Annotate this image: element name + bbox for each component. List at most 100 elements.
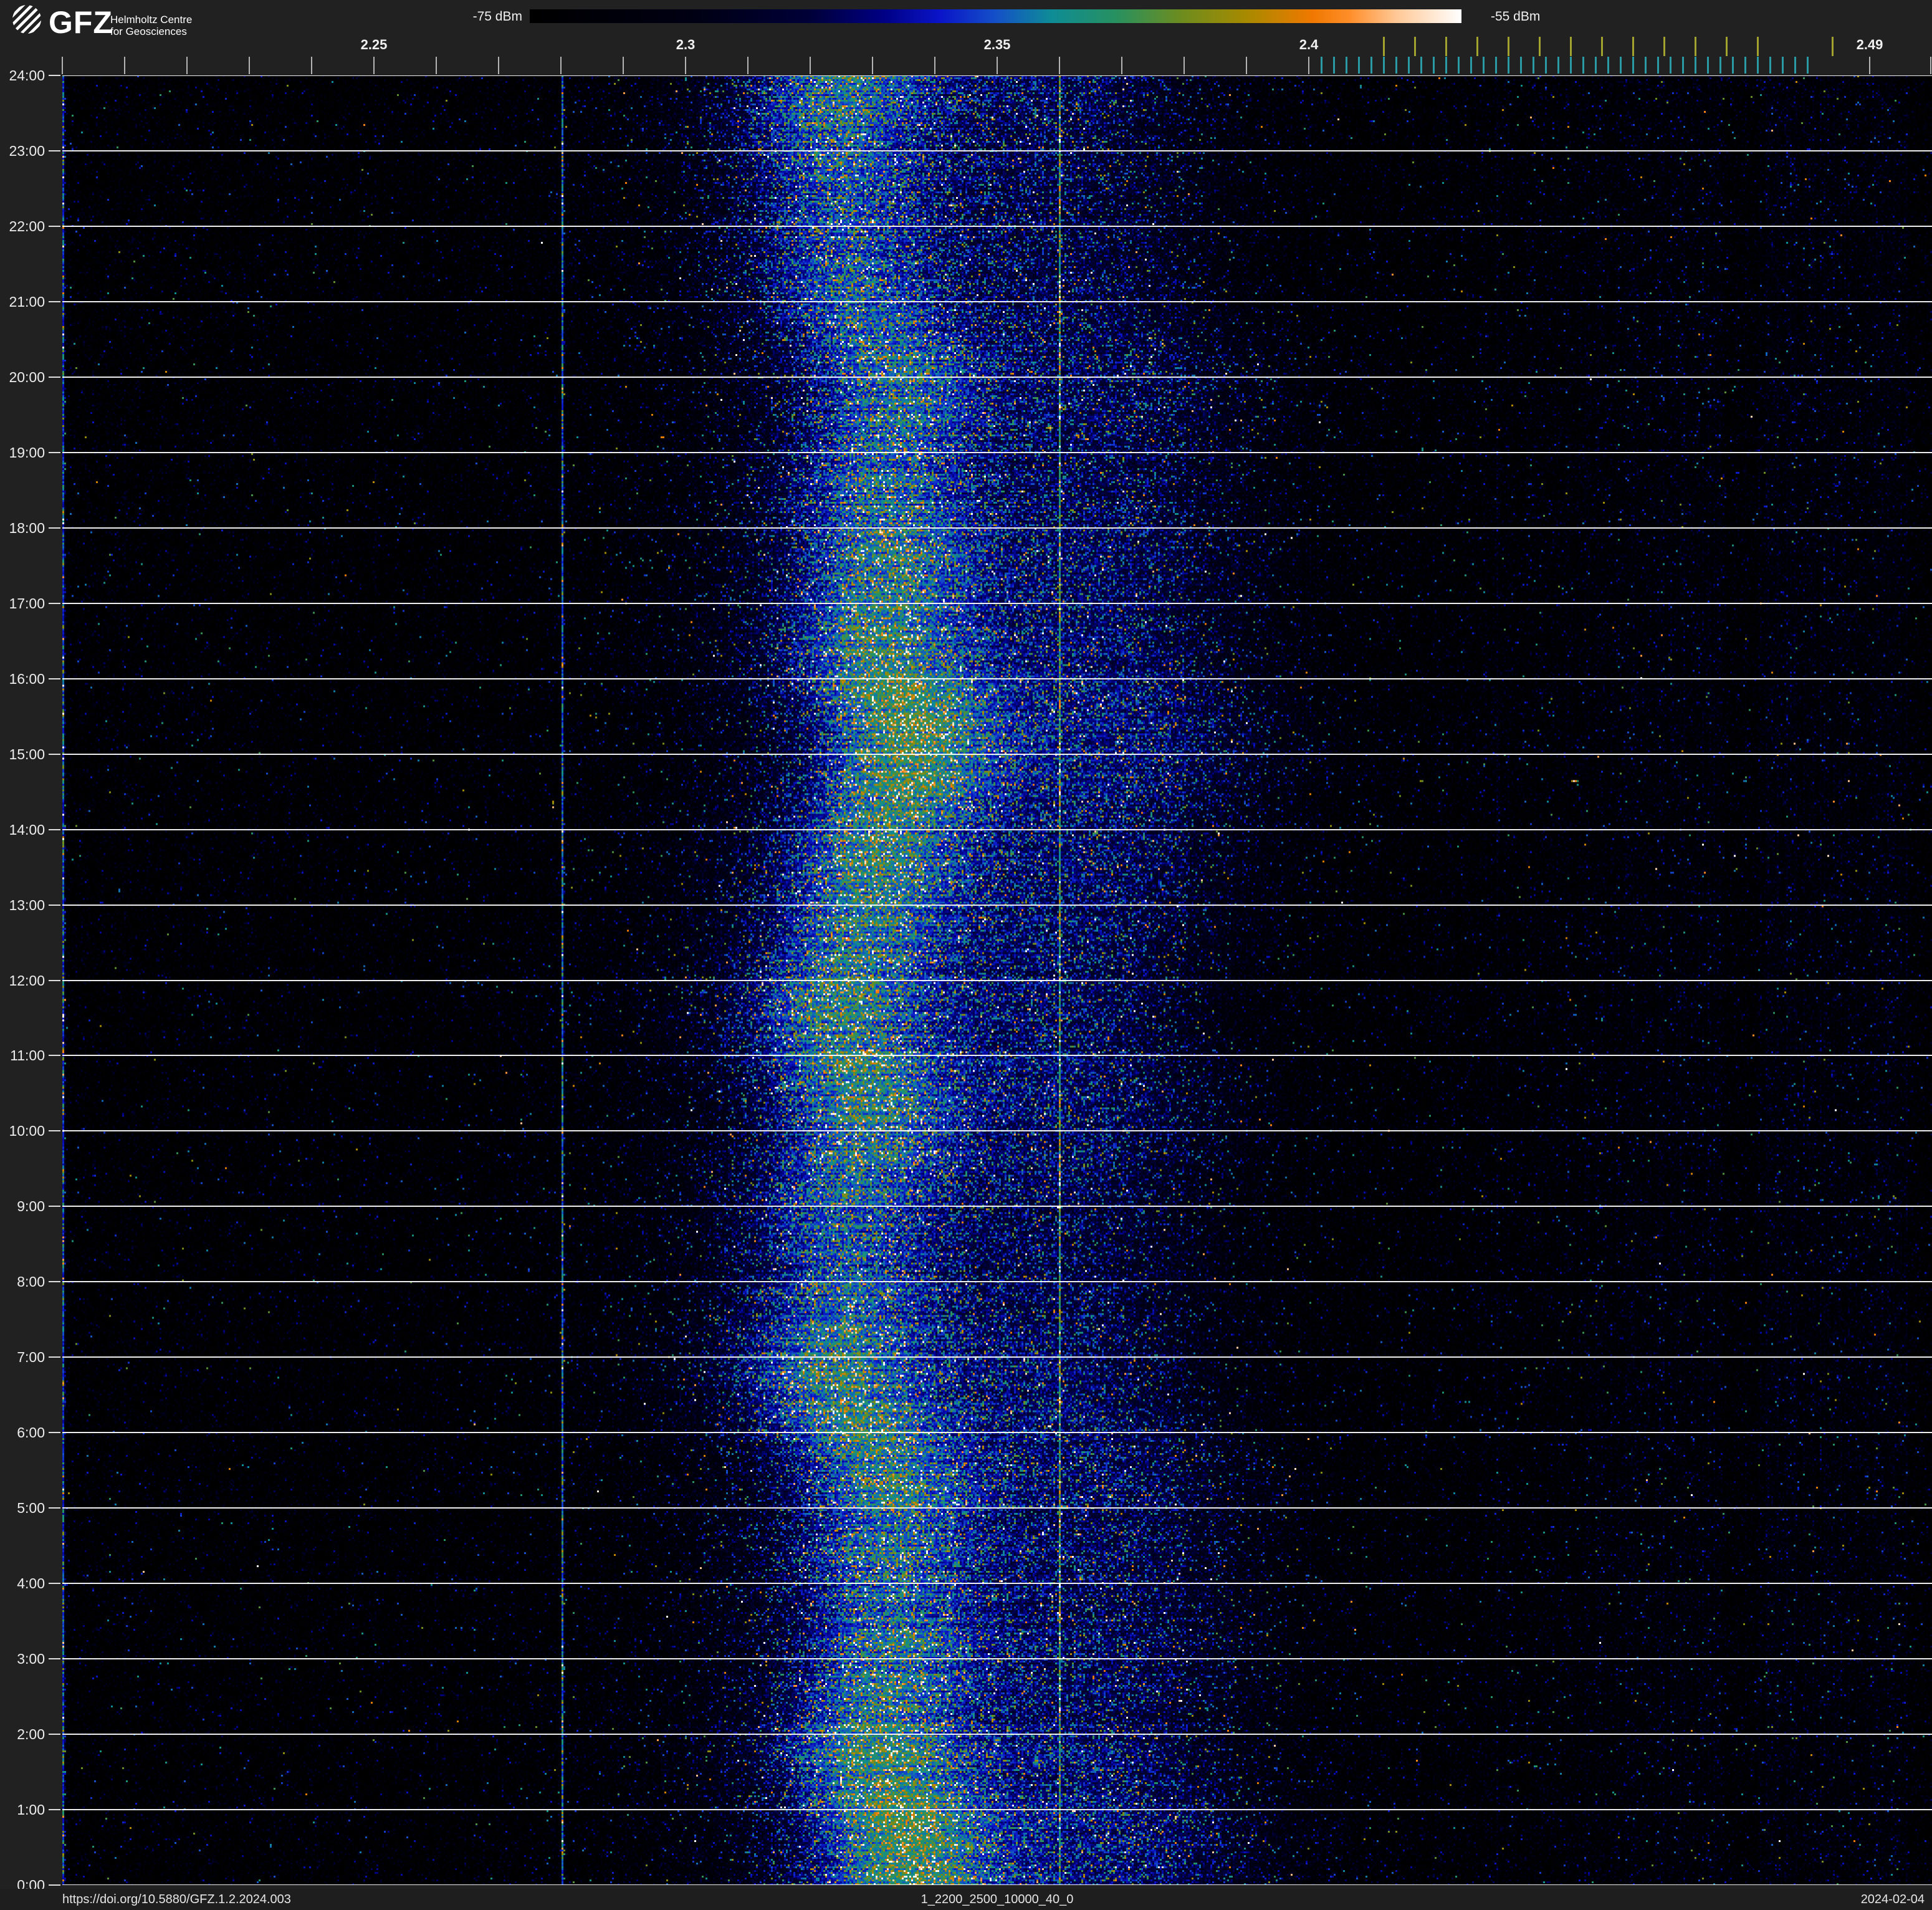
hour-gridline [62, 1281, 1932, 1283]
time-tick [49, 1055, 60, 1057]
ble-channel-tick [1395, 57, 1397, 74]
ble-channel-tick [1719, 57, 1721, 74]
ble-channel-tick [1483, 57, 1485, 74]
hour-gridline [62, 1734, 1932, 1735]
ble-channel-tick [1670, 57, 1671, 74]
time-tick [49, 1884, 60, 1886]
time-tick [49, 1734, 60, 1735]
wifi-channel-tick [1632, 37, 1634, 56]
doi-label: https://doi.org/10.5880/GFZ.1.2.2024.003 [62, 1893, 291, 1906]
ble-channel-tick [1333, 57, 1335, 74]
freq-tick [810, 57, 811, 74]
ble-channel-tick [1582, 57, 1584, 74]
ble-channel-tick [1533, 57, 1534, 74]
time-tick [49, 1206, 60, 1207]
ble-channel-tick [1732, 57, 1734, 74]
freq-tick-label: 2.25 [360, 37, 388, 52]
ble-channel-tick [1807, 57, 1809, 74]
freq-tick [436, 57, 437, 74]
hour-gridline [62, 904, 1932, 906]
wifi-channel-tick [1832, 37, 1834, 56]
hour-gridline [62, 1658, 1932, 1660]
time-tick [49, 1432, 60, 1434]
ble-channel-tick [1445, 57, 1447, 74]
wifi-channel-tick [1601, 37, 1603, 56]
time-label: 18:00 [9, 519, 45, 536]
time-label: 20:00 [9, 368, 45, 385]
hour-gridline [62, 753, 1932, 755]
freq-tick [1184, 57, 1185, 74]
ble-channel-tick [1321, 57, 1322, 74]
ble-channel-tick [1520, 57, 1522, 74]
time-label: 23:00 [9, 142, 45, 159]
gfz-brand-text: GFZ [49, 5, 113, 40]
hour-gridline [62, 1130, 1932, 1132]
wifi-channel-tick [1414, 37, 1416, 56]
ble-channel-tick [1682, 57, 1684, 74]
time-label: 7:00 [17, 1349, 45, 1366]
ble-channel-tick [1607, 57, 1609, 74]
hour-gridline [62, 1055, 1932, 1057]
hour-gridline [62, 979, 1932, 981]
time-tick [49, 300, 60, 302]
ble-channel-tick [1570, 57, 1572, 74]
freq-tick [934, 57, 935, 74]
freq-tick [62, 57, 63, 74]
hour-gridline [62, 1809, 1932, 1811]
time-label: 24:00 [9, 67, 45, 84]
ble-channel-tick [1794, 57, 1796, 74]
ble-channel-tick [1346, 57, 1347, 74]
freq-tick [1246, 57, 1247, 74]
time-label: 3:00 [17, 1651, 45, 1668]
wifi-channel-tick [1445, 37, 1447, 56]
hour-gridline [62, 451, 1932, 453]
hour-gridline [62, 150, 1932, 151]
time-tick [49, 979, 60, 981]
time-tick [49, 451, 60, 453]
gfz-org-line2: for Geosciences [110, 26, 187, 37]
hour-gridline [62, 678, 1932, 679]
time-tick [49, 150, 60, 151]
gfz-globe-icon [12, 5, 41, 34]
hour-gridline [62, 1206, 1932, 1207]
time-tick [49, 1809, 60, 1811]
time-label: 21:00 [9, 293, 45, 310]
ble-channel-tick [1408, 57, 1410, 74]
freq-tick [997, 57, 998, 74]
ble-channel-tick [1433, 57, 1435, 74]
date-label: 2024-02-04 [1860, 1893, 1925, 1906]
wifi-channel-tick [1383, 37, 1385, 56]
freq-tick [872, 57, 873, 74]
freq-tick [747, 57, 748, 74]
freq-tick-label: 2.3 [676, 37, 696, 52]
freq-tick-label: 2.35 [983, 37, 1011, 52]
ble-channel-tick [1508, 57, 1509, 74]
hour-gridline [62, 225, 1932, 227]
freq-tick [1121, 57, 1122, 74]
freq-tick [685, 57, 686, 74]
ble-channel-tick [1458, 57, 1460, 74]
freq-tick [1930, 57, 1931, 74]
ble-channel-tick [1495, 57, 1497, 74]
ble-channel-tick [1595, 57, 1597, 74]
time-tick [49, 753, 60, 755]
time-label: 6:00 [17, 1424, 45, 1441]
time-tick [49, 75, 60, 76]
ble-channel-tick [1545, 57, 1547, 74]
time-tick [49, 527, 60, 529]
time-label: 12:00 [9, 972, 45, 989]
time-tick [49, 1658, 60, 1660]
ble-channel-tick [1657, 57, 1659, 74]
hour-gridline [62, 1884, 1932, 1885]
freq-tick [623, 57, 624, 74]
freq-tick [186, 57, 188, 74]
time-tick [49, 678, 60, 679]
colorbar-max-label: -55 dBm [1491, 9, 1541, 24]
time-label: 2:00 [17, 1726, 45, 1743]
time-label: 8:00 [17, 1274, 45, 1290]
freq-tick [373, 57, 375, 74]
time-label: 1:00 [17, 1802, 45, 1818]
colorbar-min-label: -75 dBm [472, 9, 522, 24]
freq-tick [498, 57, 499, 74]
time-tick [49, 602, 60, 604]
